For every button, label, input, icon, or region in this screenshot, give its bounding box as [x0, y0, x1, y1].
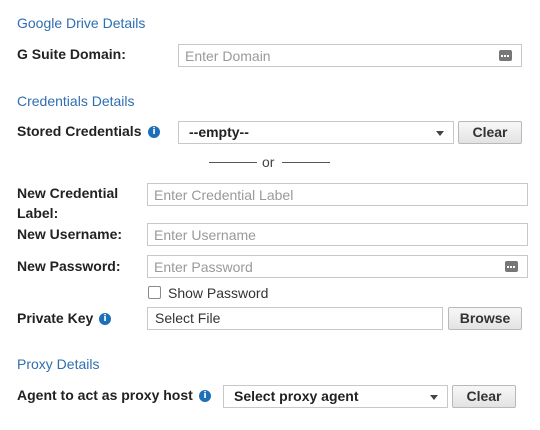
show-password-checkbox[interactable] [148, 286, 161, 299]
info-icon[interactable]: i [99, 313, 111, 325]
info-icon[interactable]: i [199, 390, 211, 402]
private-key-label: Private Key [17, 310, 94, 326]
or-separator: or [262, 154, 275, 170]
new-password-label: New Password: [17, 258, 121, 274]
browse-button[interactable]: Browse [448, 307, 522, 330]
new-password-input[interactable] [147, 255, 528, 278]
new-credential-label-label: New Credential [17, 185, 119, 201]
stored-credentials-select[interactable]: --empty-- [178, 121, 454, 144]
proxy-agent-select[interactable]: Select proxy agent [223, 385, 448, 408]
proxy-agent-label: Agent to act as proxy host [17, 387, 193, 403]
password-dots-icon[interactable] [505, 261, 518, 272]
new-credential-label-input[interactable] [147, 183, 528, 206]
private-key-file-value: Select File [155, 310, 221, 326]
chevron-down-icon [436, 131, 444, 136]
section-title-credentials: Credentials Details [17, 93, 135, 109]
new-credential-label-label-line2: Label: [17, 205, 59, 221]
clear-proxy-button[interactable]: Clear [452, 385, 516, 408]
show-password-label: Show Password [168, 285, 269, 301]
section-title-drive: Google Drive Details [17, 15, 146, 31]
stored-credentials-label: Stored Credentials [17, 123, 142, 139]
new-username-input[interactable] [147, 223, 528, 246]
divider-right [282, 162, 330, 163]
section-title-proxy: Proxy Details [17, 356, 100, 372]
gsuite-domain-input[interactable] [178, 44, 522, 67]
stored-credentials-value: --empty-- [189, 124, 249, 140]
password-dots-icon[interactable] [499, 50, 512, 61]
new-username-label: New Username: [17, 226, 123, 242]
divider-left [209, 162, 257, 163]
info-icon[interactable]: i [148, 126, 160, 138]
private-key-file-input[interactable]: Select File [147, 307, 443, 330]
chevron-down-icon [430, 395, 438, 400]
clear-credentials-button[interactable]: Clear [458, 121, 522, 144]
gsuite-domain-label: G Suite Domain: [17, 46, 126, 62]
proxy-agent-value: Select proxy agent [234, 388, 359, 404]
